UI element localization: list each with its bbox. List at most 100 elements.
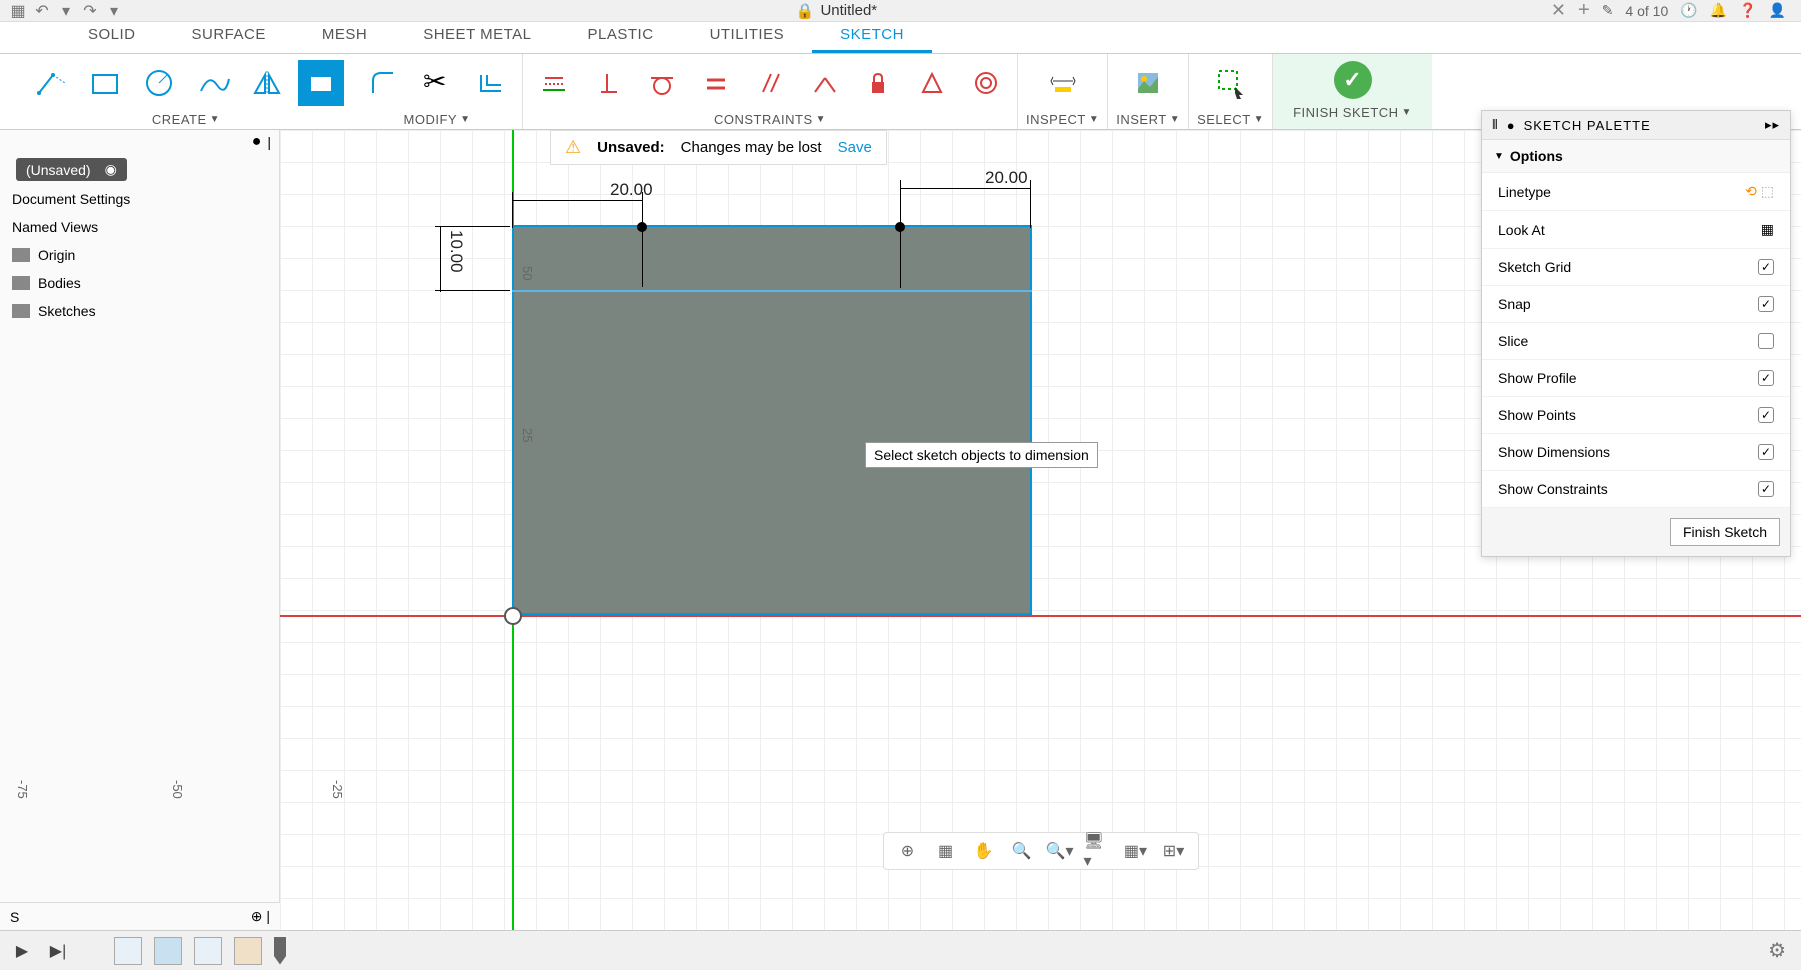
slice-checkbox[interactable] <box>1758 333 1774 349</box>
redo-icon[interactable]: ↷ <box>82 3 98 19</box>
timeline-play-icon[interactable]: ▶ <box>10 939 34 963</box>
origin-point[interactable] <box>504 607 522 625</box>
concentric-constraint[interactable] <box>963 60 1009 106</box>
perpendicular-constraint[interactable] <box>585 60 631 106</box>
modify-label: MODIFY <box>404 112 458 127</box>
showdimensions-checkbox[interactable] <box>1758 444 1774 460</box>
viewport-icon[interactable]: ⊞▾ <box>1160 837 1188 865</box>
close-icon[interactable]: ✕ <box>1551 0 1566 21</box>
offset-tool[interactable] <box>468 60 514 106</box>
add-tab-icon[interactable]: + <box>1578 0 1590 22</box>
undo-icon[interactable]: ↶ <box>34 3 50 19</box>
inspect-tool[interactable] <box>1040 60 1086 106</box>
nav-bar: ⊕ ▦ ✋ 🔍 🔍▾ 🖥▾ ▦▾ ⊞▾ <box>883 832 1199 870</box>
undo-dropdown[interactable]: ▾ <box>58 3 74 19</box>
ruler-n50: -50 <box>170 780 185 799</box>
timeline-end-icon[interactable]: ▶| <box>46 939 70 963</box>
mirror-tool[interactable] <box>244 60 290 106</box>
fix-constraint[interactable] <box>855 60 901 106</box>
tab-sketch[interactable]: SKETCH <box>812 19 932 53</box>
browser-collapse-icon[interactable]: ● <box>252 133 262 151</box>
symmetric-constraint[interactable] <box>909 60 955 106</box>
settings-gear-icon[interactable]: ⚙ <box>1768 938 1786 963</box>
pan-icon[interactable]: ✋ <box>970 837 998 865</box>
lookat-icon[interactable]: ▦ <box>932 837 960 865</box>
folder-icon <box>12 304 30 318</box>
showpoints-checkbox[interactable] <box>1758 407 1774 423</box>
browser-bodies[interactable]: Bodies <box>0 269 279 297</box>
save-icon[interactable]: ▦ <box>10 3 26 19</box>
avatar-icon[interactable]: 👤 <box>1769 2 1786 19</box>
showconstraints-checkbox[interactable] <box>1758 481 1774 497</box>
horizontal-constraint[interactable] <box>531 60 577 106</box>
dimension-3[interactable]: 10.00 <box>446 230 466 273</box>
extensions-icon[interactable]: ✎ <box>1602 2 1614 19</box>
select-tool[interactable] <box>1208 60 1254 106</box>
palette-collapse-icon[interactable]: ● <box>1507 118 1516 133</box>
display-icon[interactable]: 🖥▾ <box>1084 837 1112 865</box>
orbit-icon[interactable]: ⊕ <box>894 837 922 865</box>
browser-origin[interactable]: Origin <box>0 241 279 269</box>
sketch-line[interactable] <box>512 290 1032 292</box>
fit-icon[interactable]: 🔍▾ <box>1046 837 1074 865</box>
finish-sketch-button[interactable]: Finish Sketch <box>1670 518 1780 546</box>
dimension-tool[interactable] <box>298 60 344 106</box>
timeline-item-1[interactable] <box>114 937 142 965</box>
timeline-item-4[interactable] <box>234 937 262 965</box>
help-icon[interactable]: ❓ <box>1739 2 1756 19</box>
line-tool[interactable] <box>28 60 74 106</box>
tab-solid[interactable]: SOLID <box>60 19 164 53</box>
comments-handle-icon[interactable]: | <box>266 908 270 924</box>
tab-utilities[interactable]: UTILITIES <box>682 19 813 53</box>
timeline-item-3[interactable] <box>194 937 222 965</box>
showprofile-checkbox[interactable] <box>1758 370 1774 386</box>
spline-tool[interactable] <box>190 60 236 106</box>
clock-icon[interactable]: 🕐 <box>1680 2 1697 19</box>
redo-dropdown[interactable]: ▾ <box>106 3 122 19</box>
linetype-icon-2[interactable]: ⬚ <box>1761 183 1774 199</box>
rectangle-tool[interactable] <box>82 60 128 106</box>
unsaved-bar: ⚠ Unsaved: Changes may be lost Save <box>550 130 887 165</box>
palette-options-section[interactable]: ▼ Options <box>1482 140 1790 173</box>
timeline-item-2[interactable] <box>154 937 182 965</box>
comments-bar: S ⊕ | <box>0 902 280 930</box>
dim-ext-3b <box>435 290 510 291</box>
tangent-constraint[interactable] <box>639 60 685 106</box>
sketch-rectangle[interactable] <box>512 225 1032 615</box>
save-link[interactable]: Save <box>838 139 872 156</box>
browser-named-views[interactable]: Named Views <box>0 213 279 241</box>
tab-sheetmetal[interactable]: SHEET METAL <box>395 19 559 53</box>
palette-slice: Slice <box>1482 323 1790 360</box>
circle-tool[interactable] <box>136 60 182 106</box>
comments-add-icon[interactable]: ⊕ <box>251 908 263 924</box>
sketchgrid-checkbox[interactable] <box>1758 259 1774 275</box>
finish-sketch-group[interactable]: ✓ FINISH SKETCH▼ <box>1273 54 1432 129</box>
dimension-2[interactable]: 20.00 <box>985 168 1028 188</box>
fillet-tool[interactable] <box>360 60 406 106</box>
create-label: CREATE <box>152 112 207 127</box>
insert-tool[interactable] <box>1125 60 1171 106</box>
grid-icon[interactable]: ▦▾ <box>1122 837 1150 865</box>
zoom-icon[interactable]: 🔍 <box>1008 837 1036 865</box>
dimension-1[interactable]: 20.00 <box>610 180 653 200</box>
browser-unsaved[interactable]: (Unsaved) ◉ <box>16 158 127 181</box>
equal-constraint[interactable] <box>693 60 739 106</box>
bell-icon[interactable]: 🔔 <box>1710 2 1727 19</box>
parallel-constraint[interactable] <box>747 60 793 106</box>
palette-grip-icon[interactable]: ⦀ <box>1492 117 1499 133</box>
browser-doc-settings[interactable]: Document Settings <box>0 185 279 213</box>
lookat-icon[interactable]: ▦ <box>1761 221 1774 238</box>
browser-handle-icon[interactable]: | <box>267 134 271 150</box>
linetype-icon-1[interactable]: ⟲ <box>1745 183 1757 199</box>
tab-surface[interactable]: SURFACE <box>164 19 294 53</box>
tab-plastic[interactable]: PLASTIC <box>560 19 682 53</box>
palette-expand-icon[interactable]: ▸▸ <box>1765 117 1780 133</box>
palette-showprofile: Show Profile <box>1482 360 1790 397</box>
browser-sketches[interactable]: Sketches <box>0 297 279 325</box>
tab-mesh[interactable]: MESH <box>294 19 395 53</box>
trim-tool[interactable]: ✂ <box>414 60 460 106</box>
inspect-label: INSPECT <box>1026 112 1086 127</box>
snap-checkbox[interactable] <box>1758 296 1774 312</box>
coincident-constraint[interactable] <box>801 60 847 106</box>
timeline-marker[interactable] <box>274 937 286 965</box>
